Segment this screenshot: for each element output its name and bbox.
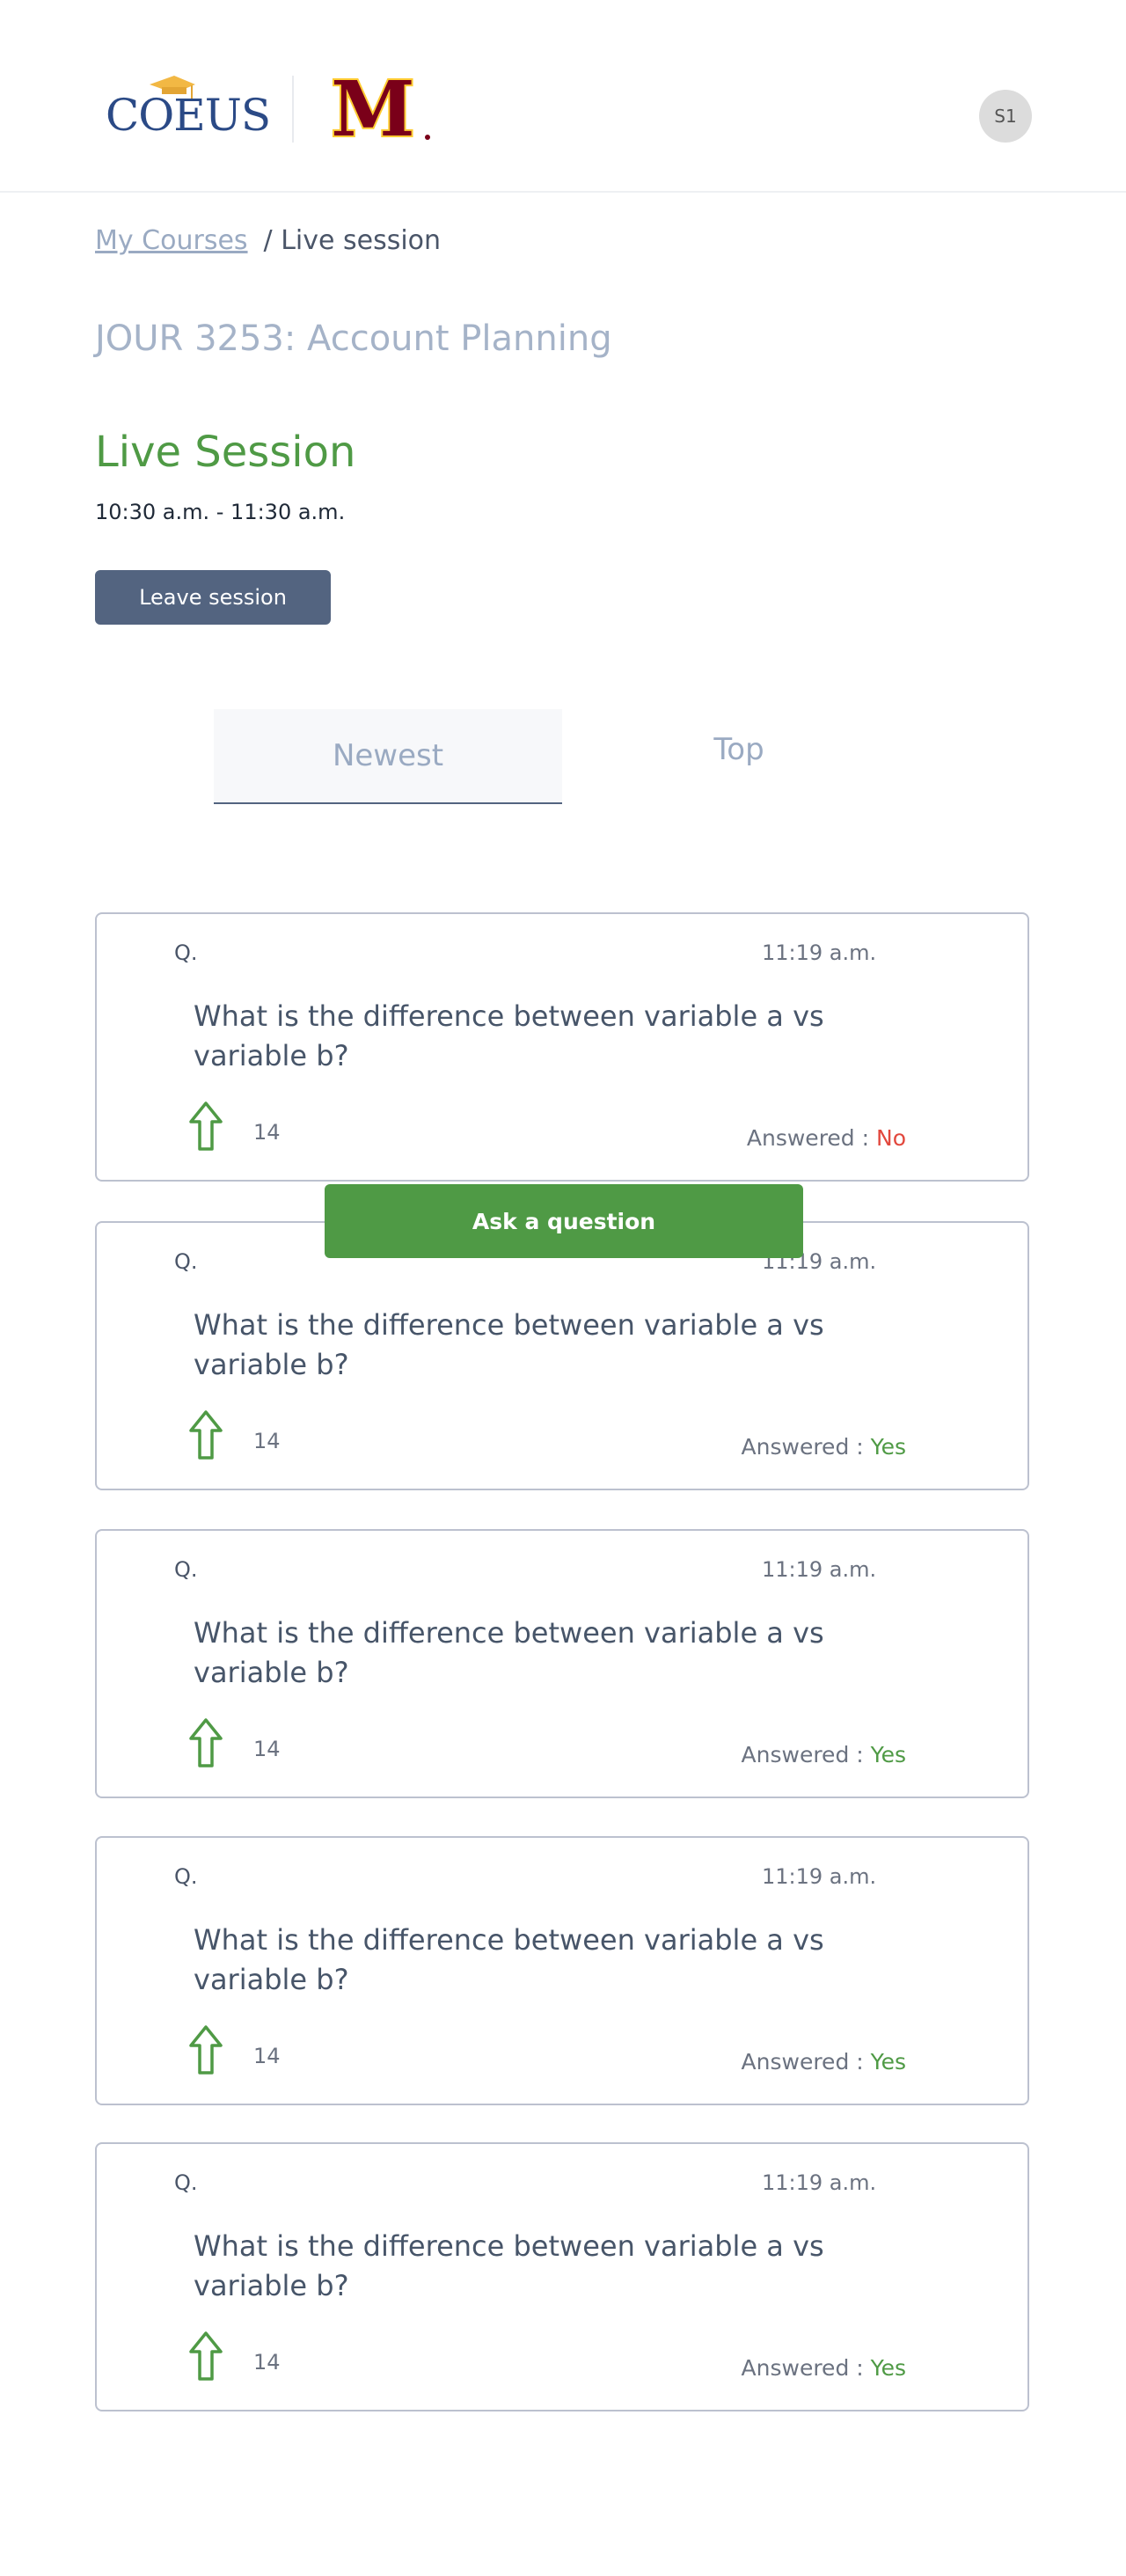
vote-count: 14 (253, 2044, 281, 2068)
question-label: Q. (174, 1249, 198, 1274)
breadcrumb: My Courses / Live session (95, 225, 441, 256)
app-header: COEUS M S1 (0, 0, 1126, 193)
answered-value: No (876, 1125, 906, 1151)
vote-count: 14 (253, 1737, 281, 1761)
answered-status: Answered : Yes (742, 1742, 906, 1767)
upvote-arrow-icon[interactable] (188, 1101, 223, 1152)
answered-status: Answered : Yes (742, 2355, 906, 2381)
question-text: What is the difference between variable … (194, 1616, 824, 1689)
umn-logo-text: M (331, 74, 414, 144)
upvote-arrow-icon[interactable] (188, 1409, 223, 1460)
answered-label: Answered : (741, 1434, 871, 1460)
question-label: Q. (174, 1864, 198, 1889)
question-time: 11:19 a.m. (762, 940, 877, 965)
answered-value: Yes (870, 1434, 906, 1460)
question-card[interactable]: Q. 11:19 a.m. What is the difference betwe… (95, 912, 1029, 1182)
answered-value: Yes (870, 2355, 906, 2381)
question-label: Q. (174, 940, 198, 965)
answered-label: Answered : (741, 1742, 871, 1767)
question-label: Q. (174, 1557, 198, 1582)
breadcrumb-current: / Live session (263, 225, 442, 256)
question-card[interactable]: Q. 11:19 a.m. What is the difference betwe… (95, 2142, 1029, 2411)
upvote-arrow-icon[interactable] (188, 2024, 223, 2075)
upvote-arrow-icon[interactable] (188, 2331, 223, 2382)
breadcrumb-my-courses-link[interactable]: My Courses (95, 225, 248, 256)
vote-count: 14 (253, 1120, 281, 1145)
answered-label: Answered : (741, 2049, 871, 2075)
coeus-logo-text: COEUS (106, 90, 270, 141)
question-time: 11:19 a.m. (762, 1557, 877, 1582)
question-card[interactable]: Q. 11:19 a.m. What is the difference betwe… (95, 1836, 1029, 2105)
answered-value: Yes (870, 1742, 906, 1767)
question-text: What is the difference between variable … (194, 999, 824, 1072)
question-time: 11:19 a.m. (762, 2170, 877, 2195)
question-text: What is the difference between variable … (194, 1308, 824, 1381)
umn-logo[interactable]: M (313, 74, 433, 144)
answered-status: Answered : No (747, 1125, 906, 1151)
coeus-logo[interactable]: COEUS (104, 72, 271, 143)
question-text: What is the difference between variable … (194, 1923, 824, 1996)
answered-label: Answered : (741, 2355, 871, 2381)
tab-newest[interactable]: Newest (214, 709, 562, 804)
session-title: Live Session (95, 428, 356, 477)
question-card[interactable]: Q. 11:19 a.m. What is the difference betwe… (95, 1221, 1029, 1490)
answered-status: Answered : Yes (742, 1434, 906, 1460)
tab-top[interactable]: Top (562, 709, 916, 804)
answered-value: Yes (870, 2049, 906, 2075)
answered-status: Answered : Yes (742, 2049, 906, 2075)
ask-question-button[interactable]: Ask a question (325, 1184, 803, 1258)
vote-count: 14 (253, 1429, 281, 1453)
leave-session-button[interactable]: Leave session (95, 570, 331, 625)
vote-count: 14 (253, 2350, 281, 2375)
user-avatar[interactable]: S1 (979, 90, 1032, 143)
question-text: What is the difference between variable … (194, 2229, 824, 2302)
upvote-arrow-icon[interactable] (188, 1717, 223, 1768)
question-card[interactable]: Q. 11:19 a.m. What is the difference betwe… (95, 1529, 1029, 1798)
answered-label: Answered : (746, 1125, 876, 1151)
course-title: JOUR 3253: Account Planning (95, 318, 612, 359)
logo-divider (292, 76, 294, 143)
question-time: 11:19 a.m. (762, 1864, 877, 1889)
question-label: Q. (174, 2170, 198, 2195)
session-time: 10:30 a.m. - 11:30 a.m. (95, 500, 346, 524)
